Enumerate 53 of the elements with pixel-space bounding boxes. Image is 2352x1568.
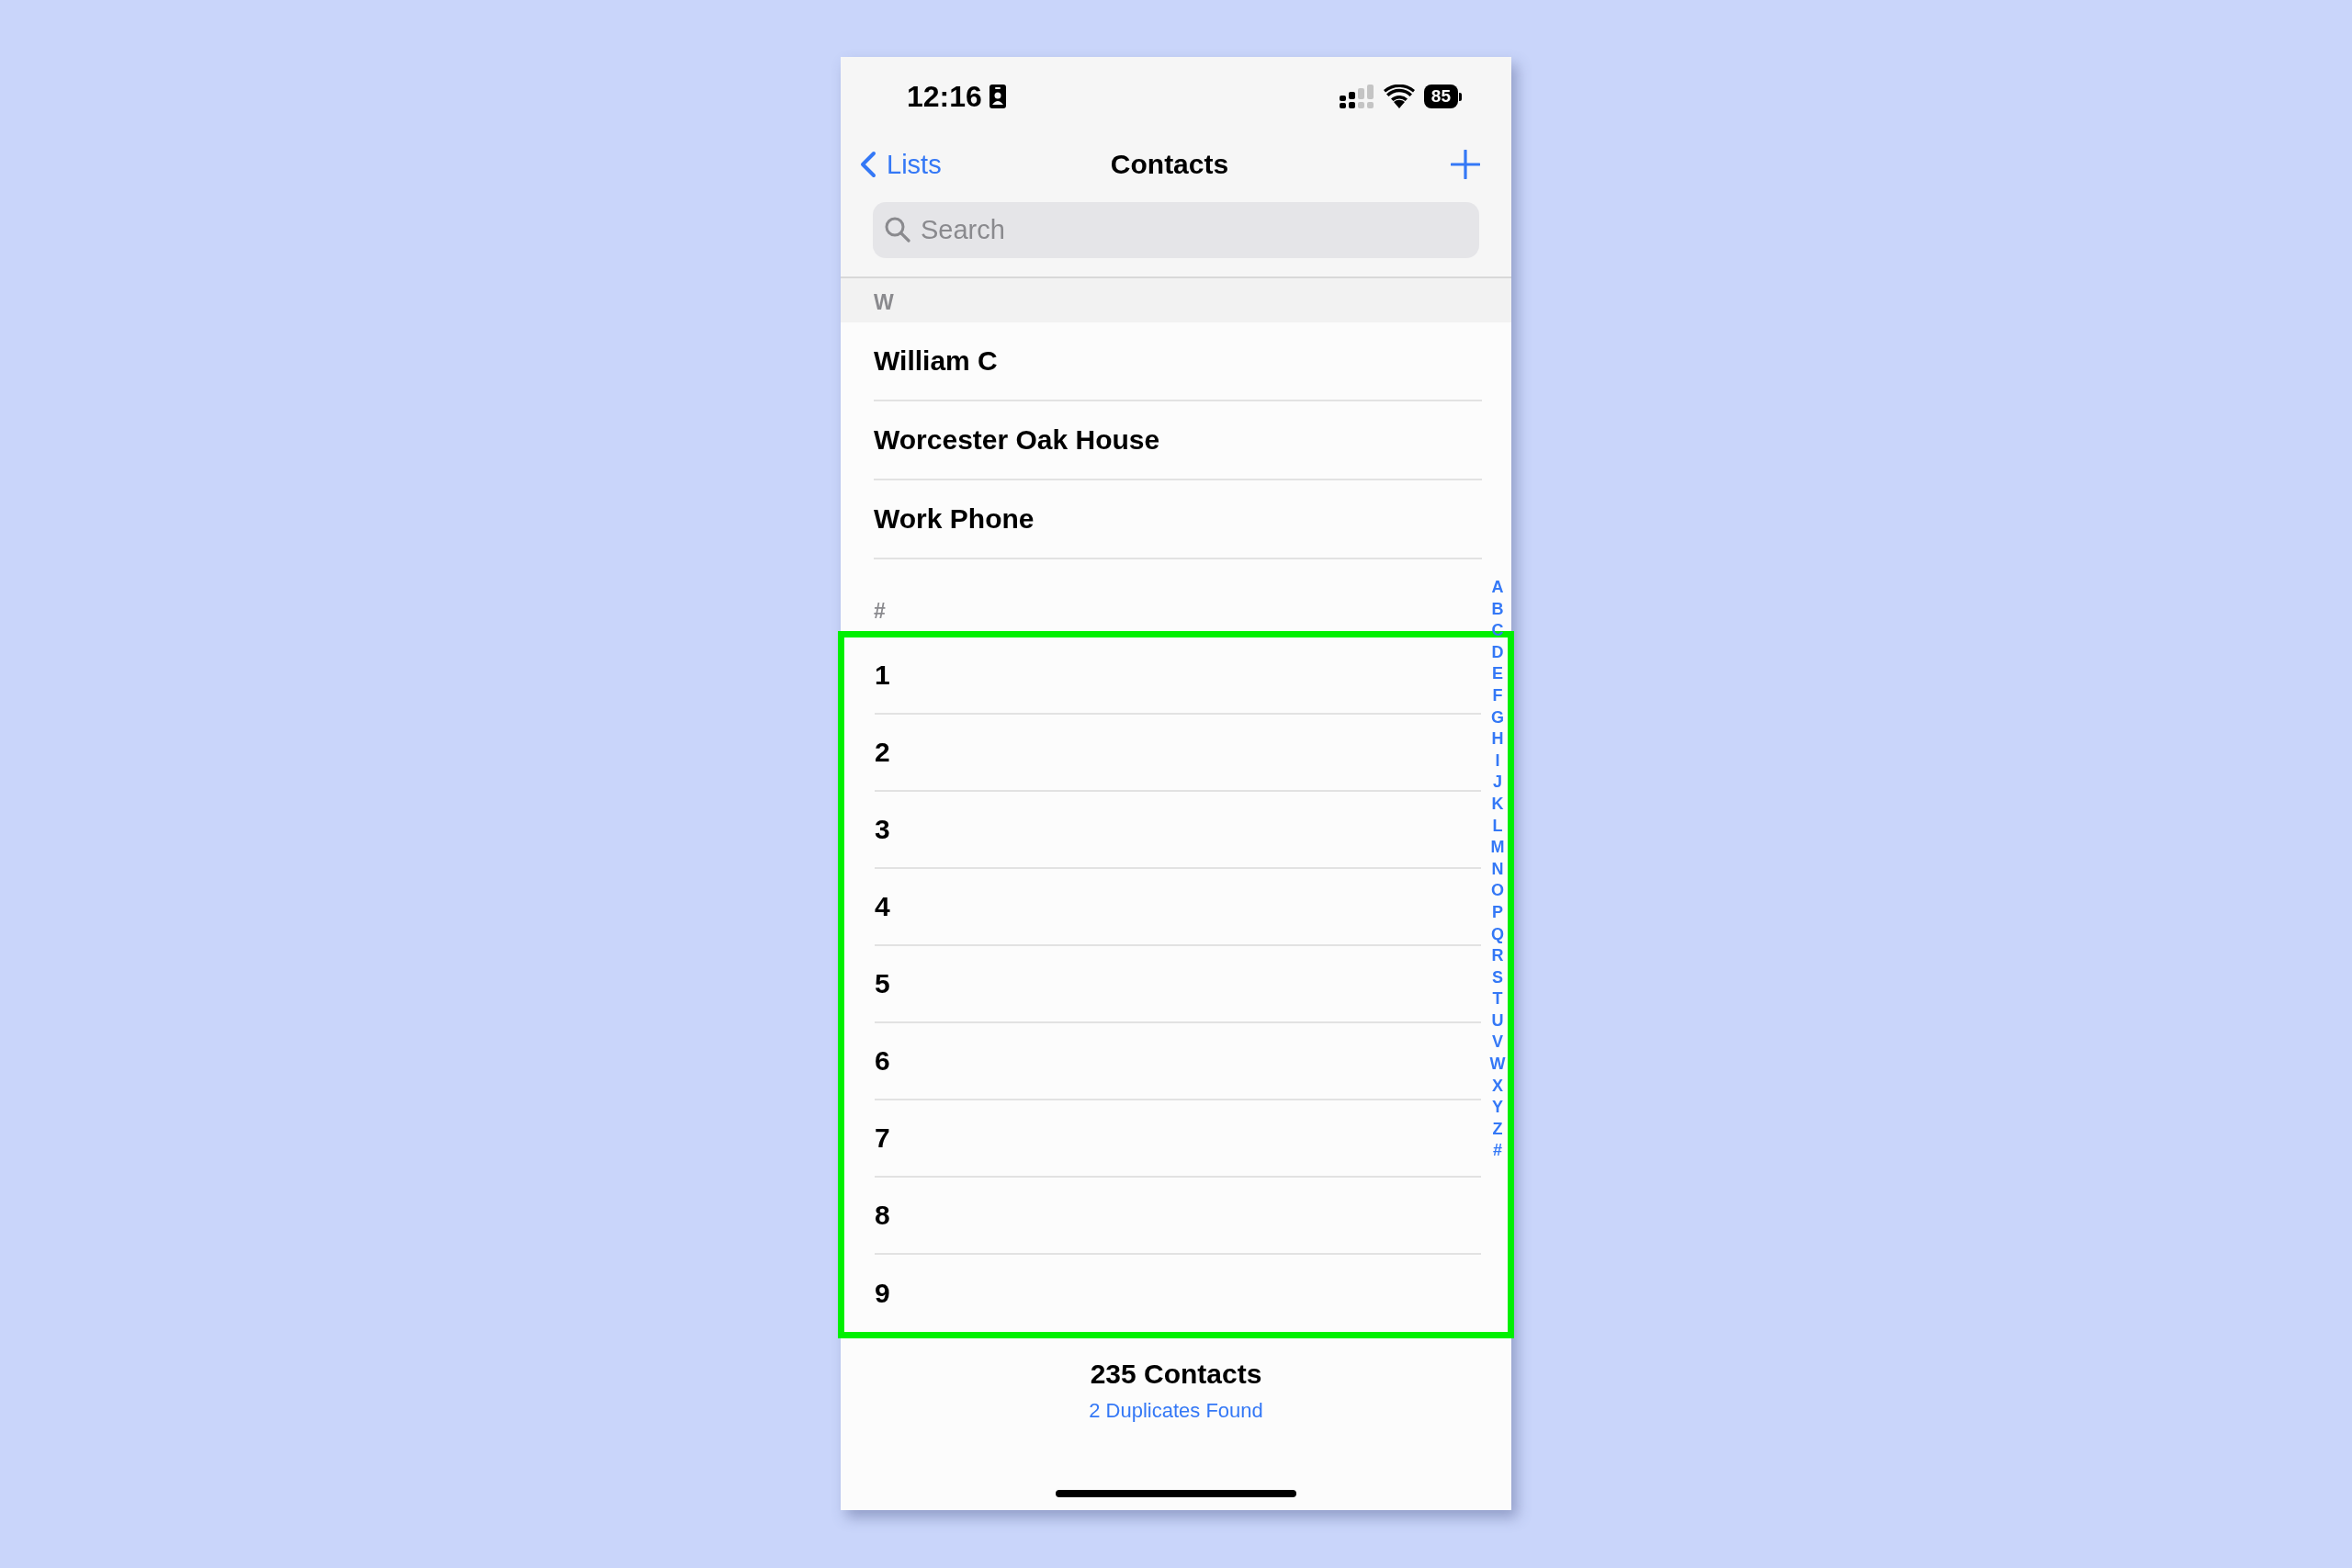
search-field[interactable]: Search bbox=[873, 202, 1479, 258]
index-letter[interactable]: # bbox=[1493, 1140, 1502, 1163]
contact-name[interactable]: 1 bbox=[875, 660, 890, 691]
signal-icon bbox=[1339, 85, 1374, 108]
index-letter[interactable]: E bbox=[1492, 663, 1503, 685]
index-letter[interactable]: V bbox=[1492, 1032, 1503, 1055]
index-letter[interactable]: I bbox=[1495, 750, 1500, 773]
contact-name[interactable]: 6 bbox=[875, 1045, 890, 1077]
wifi-icon bbox=[1383, 85, 1415, 108]
index-letter[interactable]: B bbox=[1491, 598, 1504, 621]
index-letter[interactable]: L bbox=[1492, 815, 1503, 838]
index-letter[interactable]: J bbox=[1493, 772, 1502, 794]
contact-card-icon bbox=[989, 85, 1006, 108]
contact-name[interactable]: 3 bbox=[875, 814, 890, 845]
section-header: # bbox=[874, 599, 886, 624]
contact-name[interactable]: Worcester Oak House bbox=[874, 424, 1160, 456]
contact-name[interactable]: Work Phone bbox=[874, 503, 1035, 535]
index-letter[interactable]: X bbox=[1492, 1075, 1503, 1098]
index-letter[interactable]: G bbox=[1491, 706, 1504, 729]
index-letter[interactable]: H bbox=[1491, 728, 1504, 750]
duplicates-link[interactable]: 2 Duplicates Found bbox=[1089, 1399, 1263, 1423]
contact-name[interactable]: 8 bbox=[875, 1200, 890, 1231]
index-letter[interactable]: N bbox=[1491, 858, 1504, 881]
index-letter[interactable]: C bbox=[1491, 620, 1504, 642]
index-letter[interactable]: W bbox=[1489, 1054, 1506, 1076]
index-letter[interactable]: O bbox=[1491, 880, 1504, 902]
contact-name[interactable]: 7 bbox=[875, 1122, 890, 1154]
battery-indicator: 85 bbox=[1423, 85, 1462, 108]
status-time: 12:16 bbox=[907, 79, 982, 114]
add-icon[interactable] bbox=[1451, 150, 1480, 179]
index-letter[interactable]: M bbox=[1490, 837, 1505, 859]
screen-title: Contacts bbox=[1110, 149, 1229, 180]
section-header: W bbox=[874, 290, 894, 315]
index-letter[interactable]: Z bbox=[1492, 1118, 1503, 1141]
contact-name[interactable]: William C bbox=[874, 345, 998, 377]
contact-count: 235 Contacts bbox=[1090, 1359, 1262, 1390]
contact-name[interactable]: 2 bbox=[875, 737, 890, 768]
index-letter[interactable]: D bbox=[1491, 641, 1504, 664]
index-letter[interactable]: Y bbox=[1492, 1097, 1503, 1119]
index-letter[interactable]: F bbox=[1492, 684, 1503, 707]
contact-name[interactable]: 5 bbox=[875, 968, 890, 999]
index-letter[interactable]: R bbox=[1491, 945, 1504, 967]
chevron-icon bbox=[859, 151, 877, 178]
index-letter[interactable]: Q bbox=[1491, 923, 1504, 946]
index-letter[interactable]: U bbox=[1491, 1010, 1504, 1032]
index-letter[interactable]: K bbox=[1491, 793, 1504, 816]
back-button[interactable]: Lists bbox=[859, 149, 942, 180]
index-letter[interactable]: P bbox=[1492, 901, 1503, 924]
index-letter[interactable]: T bbox=[1492, 988, 1503, 1010]
index-letter[interactable]: A bbox=[1491, 577, 1504, 599]
contact-name[interactable]: 4 bbox=[875, 891, 890, 922]
index-letter[interactable]: S bbox=[1492, 966, 1503, 989]
contact-name[interactable]: 9 bbox=[875, 1278, 890, 1309]
